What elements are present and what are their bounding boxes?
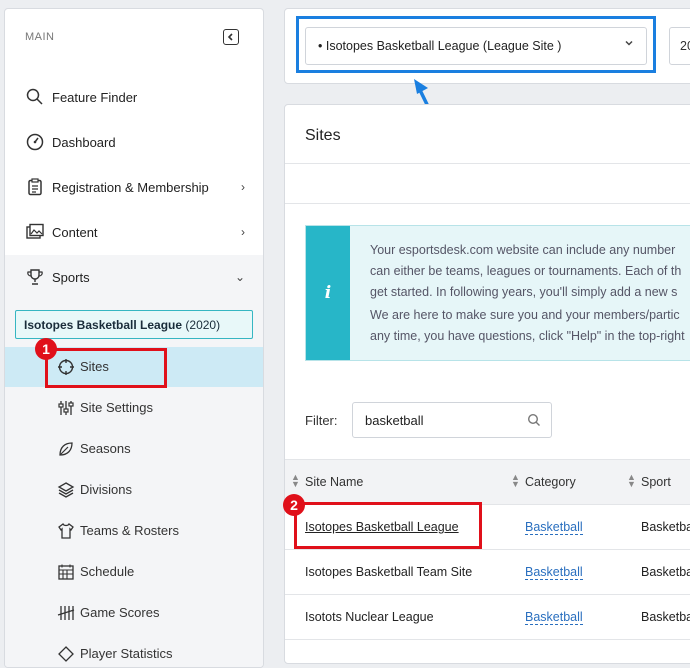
images-icon — [26, 223, 44, 239]
sites-panel: Sites i Your esportsdesk.com website can… — [284, 104, 690, 664]
filter-label: Filter: — [305, 413, 338, 428]
sidebar-item-label: Sports — [52, 269, 90, 285]
sport-cell: Basketba — [641, 520, 690, 534]
layers-icon — [57, 482, 75, 498]
column-header-sport[interactable]: Sport — [641, 475, 671, 489]
info-text-line: can either be teams, leagues or tourname… — [370, 264, 682, 278]
sidebar-item-label: Feature Finder — [52, 89, 138, 105]
site-name-link[interactable]: Isotots Nuclear League — [305, 610, 434, 624]
annotation-badge-2: 2 — [283, 494, 305, 516]
stats-icon — [58, 646, 74, 662]
sidebar-subitem-divisions[interactable]: Divisions — [5, 470, 263, 510]
annotation-highlight-site-select — [296, 16, 656, 73]
sidebar-subitem-label: Schedule — [80, 564, 135, 579]
divider — [285, 163, 690, 164]
calendar-icon — [58, 564, 74, 580]
sport-cell: Basketba — [641, 610, 690, 624]
info-text-line: any time, you have questions, click "Hel… — [370, 329, 685, 343]
table-header: ▲ ▼ Site Name ▲ ▼ Category ▲ ▼ Sport — [285, 459, 690, 505]
sidebar-subitem-seasons[interactable]: Seasons — [5, 429, 263, 469]
divider — [285, 203, 690, 204]
sidebar-subitem-label: Teams & Rosters — [80, 523, 179, 538]
chevron-right-icon: › — [241, 225, 245, 239]
sport-cell: Basketba — [641, 565, 690, 579]
league-selector[interactable]: Isotopes Basketball League (2020) — [15, 310, 253, 339]
sidebar: MAIN Feature Finder Dashboard Registrati… — [4, 8, 264, 668]
sidebar-item-label: Dashboard — [52, 134, 116, 150]
sliders-icon — [58, 401, 74, 415]
annotation-badge-1: 1 — [35, 338, 57, 360]
sort-icon[interactable]: ▲ ▼ — [291, 473, 300, 489]
league-year: (2020) — [185, 318, 221, 332]
table-row: Isotopes Basketball Team Site Basketball… — [285, 550, 690, 595]
sidebar-subitem-game-scores[interactable]: Game Scores — [5, 593, 263, 633]
sidebar-subitem-label: Site Settings — [80, 400, 153, 415]
tally-icon — [57, 606, 75, 620]
info-text-line: get started. In following years, you'll … — [370, 285, 678, 299]
sidebar-item-registration[interactable]: Registration & Membership › — [5, 165, 263, 209]
search-icon — [26, 88, 43, 105]
chevron-right-icon: › — [241, 180, 245, 194]
sidebar-section-label: MAIN — [25, 31, 55, 43]
sidebar-item-dashboard[interactable]: Dashboard — [5, 120, 263, 164]
sidebar-item-label: Content — [52, 224, 98, 240]
page-title: Sites — [305, 127, 341, 144]
trophy-icon — [27, 269, 43, 285]
sidebar-subitem-schedule[interactable]: Schedule — [5, 552, 263, 592]
sidebar-item-content[interactable]: Content › — [5, 210, 263, 254]
sidebar-subitem-label: Game Scores — [80, 605, 160, 620]
info-text-line: Your esportsdesk.com website can include… — [370, 243, 676, 257]
sidebar-item-sports[interactable]: Sports ⌄ — [5, 255, 263, 299]
site-name-link[interactable]: Isotopes Basketball Team Site — [305, 565, 472, 579]
category-link[interactable]: Basketball — [525, 520, 583, 535]
info-callout: i Your esportsdesk.com website can inclu… — [305, 225, 690, 361]
sidebar-subitem-player-statistics[interactable]: Player Statistics — [5, 634, 263, 667]
sidebar-subitem-teams-rosters[interactable]: Teams & Rosters — [5, 511, 263, 551]
category-link[interactable]: Basketball — [525, 610, 583, 625]
league-name: Isotopes Basketball League — [24, 318, 183, 332]
sidebar-subitem-label: Player Statistics — [80, 646, 173, 661]
sort-icon[interactable]: ▲ ▼ — [511, 473, 520, 489]
category-link[interactable]: Basketball — [525, 565, 583, 580]
sort-icon[interactable]: ▲ ▼ — [627, 473, 636, 489]
sidebar-subitem-site-settings[interactable]: Site Settings — [5, 388, 263, 428]
dashboard-gauge-icon — [26, 133, 44, 151]
info-icon: i — [306, 226, 350, 360]
info-text-line: We are here to make sure you and your me… — [370, 308, 680, 322]
sidebar-item-label: Registration & Membership — [52, 179, 209, 195]
sidebar-subitem-label: Seasons — [80, 441, 131, 456]
year-select[interactable]: 20 — [669, 27, 690, 65]
annotation-highlight-sites — [45, 348, 167, 388]
sidebar-item-feature-finder[interactable]: Feature Finder — [5, 75, 263, 119]
column-header-category[interactable]: Category — [525, 475, 576, 489]
sidebar-subitem-label: Divisions — [80, 482, 133, 497]
annotation-highlight-site-name — [294, 502, 482, 549]
filter-value: basketball — [365, 413, 424, 428]
chevron-down-icon: ⌄ — [234, 270, 245, 284]
leaf-icon — [59, 442, 73, 456]
column-header-site-name[interactable]: Site Name — [305, 475, 363, 489]
clipboard-icon — [28, 178, 42, 196]
filter-input[interactable]: basketball — [352, 402, 552, 438]
shirt-icon — [58, 523, 74, 539]
search-icon — [527, 413, 540, 426]
collapse-sidebar-icon[interactable] — [223, 29, 239, 45]
table-row: Isotots Nuclear League Basketball Basket… — [285, 595, 690, 640]
